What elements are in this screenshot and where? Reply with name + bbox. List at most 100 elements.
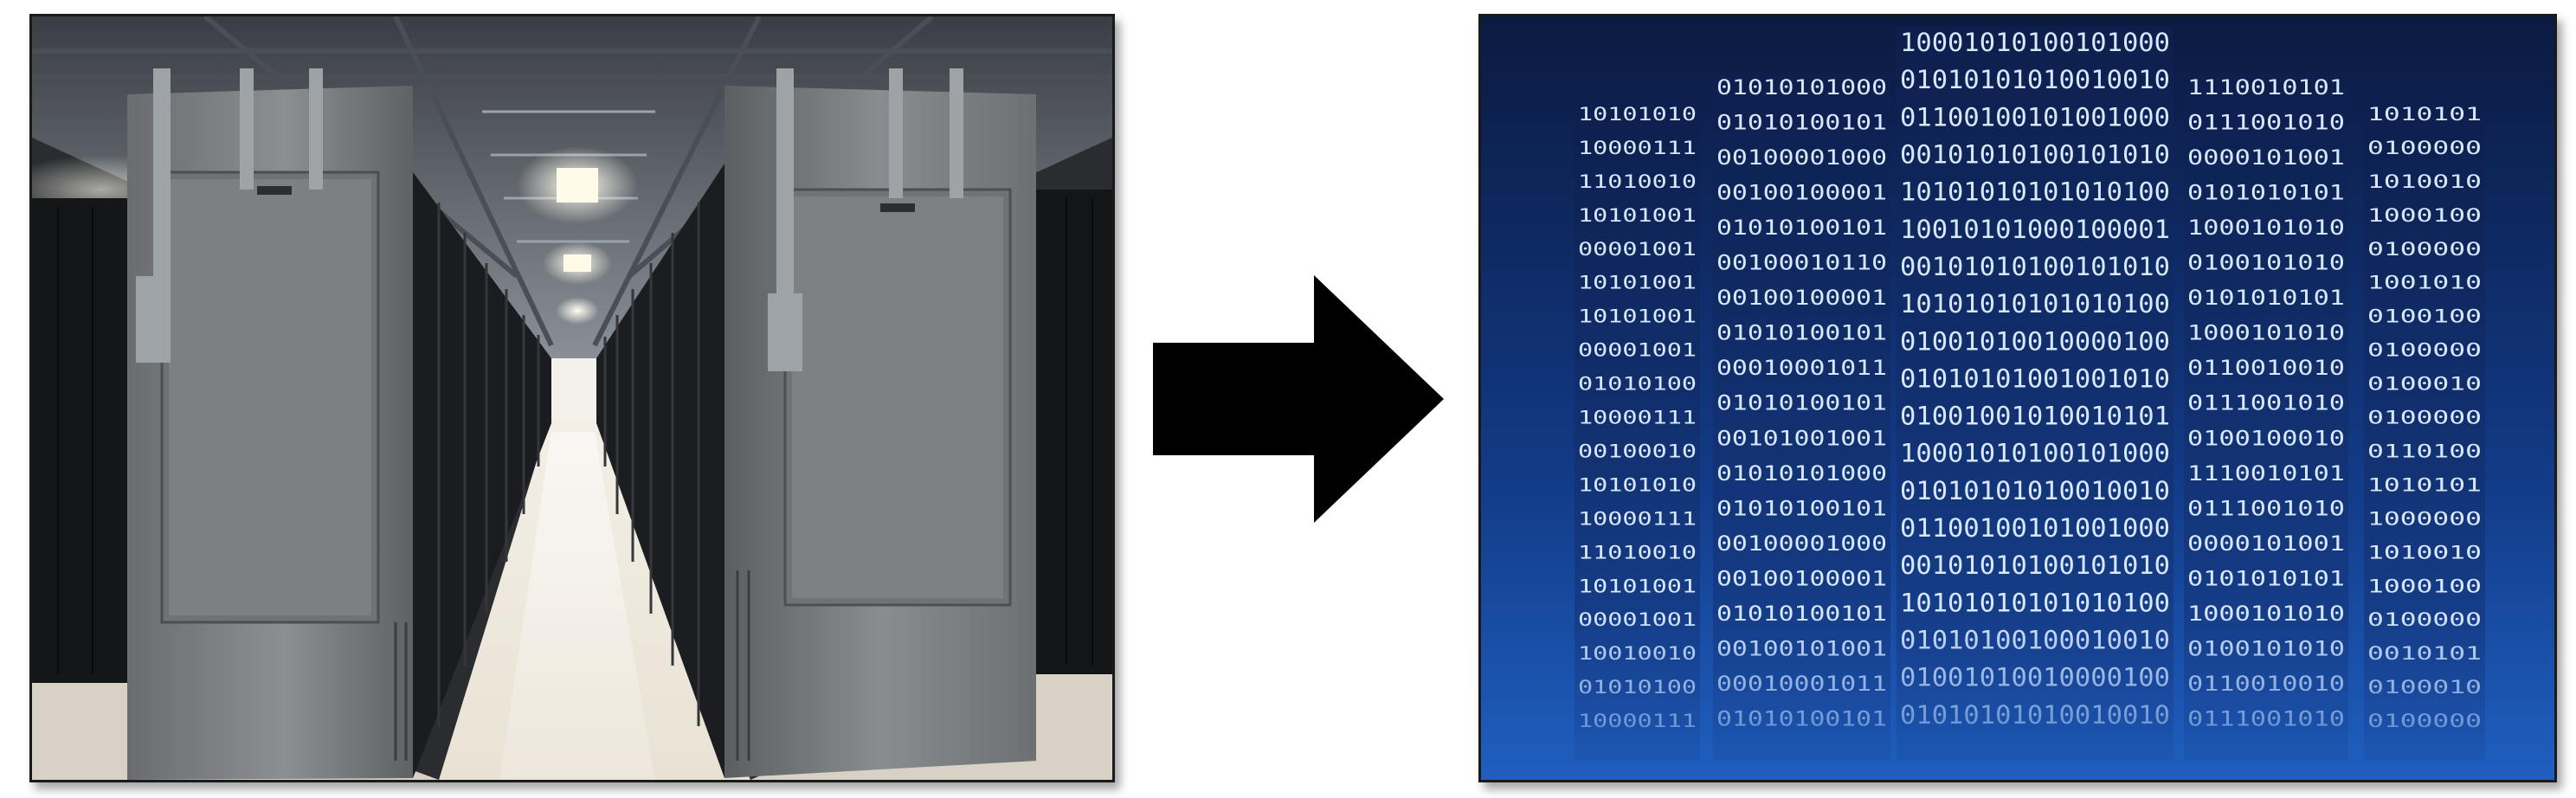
binary-digit-row: 10101010 [1578,474,1697,495]
binary-digit-row: 1000101010 [2187,216,2345,240]
binary-digit-row: 0100100 [2367,306,2482,327]
binary-digit-row: 0000101001 [2187,145,2345,170]
binary-digit-row: 10000111 [1578,508,1697,529]
binary-digit-row: 01100100101001000 [1900,102,2170,132]
binary-digit-row: 00101010100101010 [1900,550,2170,580]
binary-digit-row: 1000101010 [2187,321,2345,345]
binary-digit-row: 01010101000 [1716,75,1887,100]
binary-digit-row: 0110100 [2367,441,2482,461]
binary-digit-row: 10101010101010100 [1900,289,2170,319]
binary-digit-row: 11010010 [1578,171,1697,192]
binary-digit-row: 1000100 [2367,205,2482,226]
binary-digit-row: 00010001011 [1716,672,1887,696]
binary-columns-illustration: 10101010 10000111 11010010 10101001 00001001… [1481,16,2554,780]
binary-digit-row: 10001010100101000 [1900,439,2170,468]
binary-code-graphic: 10101010 10000111 11010010 10101001 00001001… [1478,14,2557,782]
binary-digit-row: 00100010 [1578,441,1697,461]
binary-digit-row: 01010101000 [1716,461,1887,486]
binary-digit-row: 0000101001 [2187,531,2345,556]
binary-digit-row: 01010100100010010 [1900,626,2170,655]
binary-digit-row: 01001010010000100 [1900,326,2170,356]
binary-digit-row: 00100001000 [1716,145,1887,170]
binary-digit-row: 10010101000100001 [1900,215,2170,244]
binary-digit-row: 01001001010010101 [1900,402,2170,431]
binary-digit-row: 1001010 [2367,273,2482,293]
binary-digit-row: 10001010100101000 [1900,28,2170,57]
binary-digit-row: 01100100101001000 [1900,513,2170,543]
data-center-aisle-illustration [32,16,1112,780]
binary-digit-row: 00101010100101010 [1900,139,2170,169]
binary-digit-row: 0111001010 [2187,496,2345,520]
binary-digit-row: 10101001 [1578,205,1697,226]
binary-digit-row: 10101010101010100 [1900,588,2170,617]
binary-digit-row: 0101010101 [2187,286,2345,310]
binary-digit-row: 01010101010010010 [1900,65,2170,94]
binary-digit-row: 01001010010000100 [1900,663,2170,692]
binary-digit-row: 10101001 [1578,576,1697,596]
binary-digit-row: 0100000 [2367,609,2482,630]
binary-digit-row: 00101001001 [1716,426,1887,450]
binary-digit-row: 00100100001 [1716,181,1887,205]
right-arrow-icon [1153,275,1444,523]
binary-digit-row: 00100100001 [1716,566,1887,590]
binary-digit-row: 0100000 [2367,239,2482,260]
binary-digit-row: 01010100101 [1716,321,1887,345]
binary-digit-row: 0111001010 [2187,706,2345,730]
binary-digit-row: 01010101010010010 [1900,476,2170,505]
binary-digit-row: 1000000 [2367,508,2482,529]
binary-digit-row: 10010010 [1578,643,1697,664]
binary-digit-row: 0111001010 [2187,111,2345,135]
binary-digit-row: 0010101 [2367,643,2482,664]
binary-digit-row: 01010100101 [1716,111,1887,135]
binary-digit-row: 00100010110 [1716,251,1887,275]
binary-digit-row: 0110010010 [2187,672,2345,696]
binary-digit-row: 0100000 [2367,711,2482,731]
binary-digit-row: 01010100 [1578,374,1697,395]
binary-digit-row: 1000100 [2367,576,2482,596]
binary-digit-row: 0101010101 [2187,181,2345,205]
binary-digit-row: 0100010 [2367,677,2482,698]
binary-digit-row: 01010100101 [1716,216,1887,240]
binary-digit-row: 00001001 [1578,239,1697,260]
binary-digit-row: 01010100101 [1716,496,1887,520]
binary-digit-row: 00010001011 [1716,356,1887,380]
data-center-photo [29,14,1115,782]
binary-digit-row: 0111001010 [2187,391,2345,415]
binary-digit-row: 11010010 [1578,542,1697,563]
binary-digit-row: 10000111 [1578,408,1697,428]
binary-digit-row: 1010101 [2367,104,2482,125]
binary-digit-row: 10101001 [1578,273,1697,293]
binary-digit-row: 0100010 [2367,374,2482,395]
binary-digit-row: 00100001000 [1716,531,1887,556]
binary-digit-row: 00001001 [1578,609,1697,630]
binary-digit-row: 01010100101 [1716,602,1887,626]
binary-digit-row: 00100100001 [1716,286,1887,310]
binary-digit-row: 1110010101 [2187,75,2345,100]
binary-digit-row: 01010101010010010 [1900,700,2170,730]
binary-digit-row: 0101010101 [2187,566,2345,590]
binary-digit-row: 0110010010 [2187,356,2345,380]
binary-digit-row: 01010100101 [1716,706,1887,730]
binary-digit-row: 10101010 [1578,104,1697,125]
binary-digit-row: 00101010100101010 [1900,252,2170,281]
binary-digit-row: 10000111 [1578,138,1697,158]
binary-digit-row: 0100000 [2367,340,2482,361]
binary-digit-row: 01010101001001010 [1900,364,2170,393]
binary-digit-row: 1010010 [2367,542,2482,563]
binary-digit-row: 10101010101010100 [1900,177,2170,207]
binary-digit-row: 00100101001 [1716,636,1887,660]
arrow-shape [1153,275,1444,523]
binary-digit-row: 0100000 [2367,408,2482,428]
binary-digit-row: 0100100010 [2187,426,2345,450]
binary-digit-row: 10000111 [1578,711,1697,731]
binary-digit-row: 01010100101 [1716,391,1887,415]
binary-digit-row: 0100101010 [2187,251,2345,275]
binary-digit-row: 00001001 [1578,340,1697,361]
binary-digit-row: 1110010101 [2187,461,2345,486]
binary-digit-row: 0100000 [2367,138,2482,158]
binary-digit-row: 1010101 [2367,474,2482,495]
binary-digit-row: 0100101010 [2187,636,2345,660]
binary-digit-row: 1010010 [2367,171,2482,192]
binary-digit-row: 10101001 [1578,306,1697,327]
binary-digit-row: 01010100 [1578,677,1697,698]
